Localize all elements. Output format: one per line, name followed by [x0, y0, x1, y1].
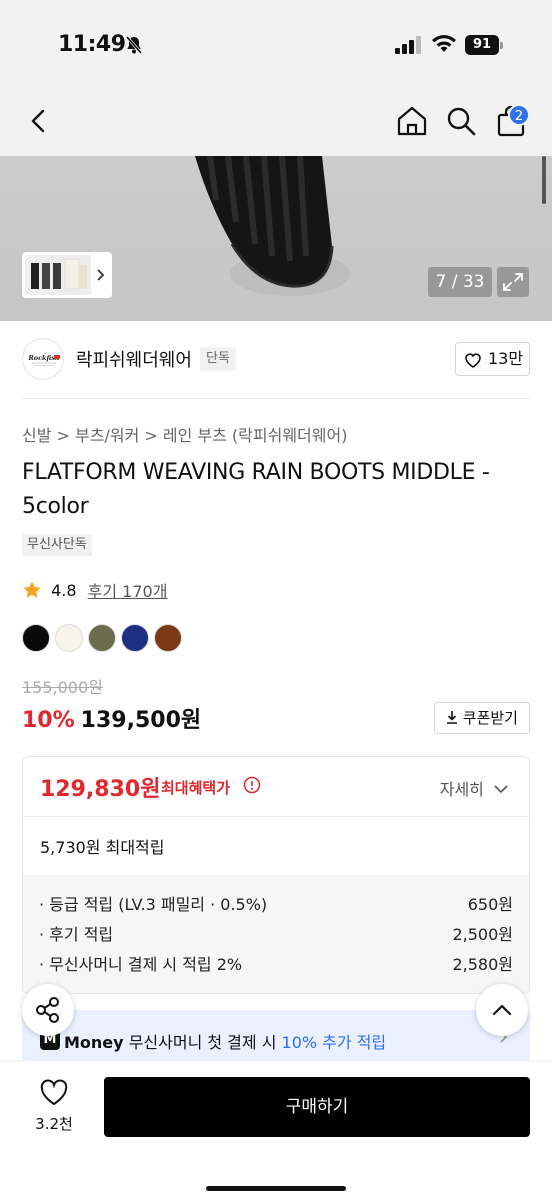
- bell-muted-icon: [125, 36, 143, 54]
- search-icon[interactable]: [444, 104, 478, 138]
- benefit-box: 129,830원 최대혜택가 자세히 5,730원 최대적립 · 등급 적립 (…: [22, 756, 530, 994]
- max-benefit-price: 129,830원: [40, 777, 161, 802]
- money-highlight: 10% 추가 적립: [281, 1033, 387, 1052]
- max-benefit-label: 최대혜택가: [161, 779, 231, 797]
- points-row-value: 2,500원: [452, 925, 513, 944]
- heart-icon: [465, 353, 481, 368]
- price-row: 10% 139,500원: [22, 702, 201, 734]
- points-row-label: · 등급 적립 (LV.3 패밀리 · 0.5%): [39, 895, 268, 914]
- detail-toggle[interactable]: 자세히: [440, 776, 509, 800]
- breadcrumb[interactable]: 신발 > 부츠/워커 > 레인 부츠 (락피쉬웨더웨어): [22, 422, 347, 446]
- exclusive-badge: 무신사단독: [22, 534, 92, 556]
- scroll-top-button[interactable]: [476, 984, 528, 1036]
- color-swatch-navy[interactable]: [121, 624, 149, 652]
- buy-button[interactable]: 구매하기: [104, 1077, 530, 1137]
- brand-name[interactable]: 락피쉬웨더웨어: [76, 346, 192, 372]
- share-button[interactable]: [22, 984, 74, 1036]
- color-swatch-ivory[interactable]: [55, 624, 83, 652]
- points-breakdown: · 등급 적립 (LV.3 패밀리 · 0.5%) 650원 · 후기 적립 2…: [23, 875, 529, 993]
- image-counter: 7 / 33: [428, 267, 492, 297]
- coupon-button[interactable]: 쿠폰받기: [434, 702, 530, 734]
- points-row: · 등급 적립 (LV.3 패밀리 · 0.5%) 650원: [39, 891, 513, 915]
- home-indicator: [206, 1186, 346, 1191]
- points-row: · 후기 적립 2,500원: [39, 921, 513, 945]
- brand-like-count: 13만: [488, 349, 524, 368]
- back-arrow-icon[interactable]: [22, 104, 56, 138]
- status-bar: 11:49 91: [0, 0, 552, 90]
- detail-label: 자세히: [439, 780, 484, 799]
- color-swatch-black[interactable]: [22, 624, 50, 652]
- original-price: 155,000원: [22, 678, 103, 697]
- money-banner[interactable]: M Money 무신사머니 첫 결제 시 10% 추가 적립: [22, 1010, 530, 1060]
- points-row-value: 2,580원: [452, 955, 513, 974]
- rating-row[interactable]: 4.8 후기 170개: [22, 578, 167, 602]
- battery-icon: 91: [465, 35, 505, 55]
- points-row-value: 650원: [467, 895, 513, 914]
- download-icon: [447, 711, 457, 724]
- money-banner-text: Money 무신사머니 첫 결제 시 10% 추가 적립: [64, 1029, 386, 1053]
- max-benefit-header[interactable]: 129,830원 최대혜택가 자세히: [23, 757, 529, 817]
- info-icon[interactable]: [243, 776, 261, 794]
- product-image-gallery[interactable]: 7 / 33: [0, 156, 552, 321]
- sale-price: 139,500원: [80, 708, 202, 733]
- review-count-link[interactable]: 후기 170개: [88, 582, 168, 601]
- points-row-label: · 후기 적립: [39, 925, 114, 944]
- top-nav: [0, 90, 552, 156]
- wishlist-button[interactable]: 3.2천: [26, 1079, 82, 1134]
- expand-button[interactable]: [497, 267, 529, 297]
- points-total: 5,730원 최대적립: [40, 838, 165, 857]
- color-swatch-brown[interactable]: [154, 624, 182, 652]
- scrollbar[interactable]: [542, 156, 546, 204]
- points-row-label: · 무신사머니 결제 시 적립 2%: [39, 955, 243, 974]
- bottom-purchase-bar: 3.2천 구매하기: [0, 1060, 552, 1200]
- chevron-down-icon: [494, 785, 508, 794]
- thumbnail-strip[interactable]: [22, 252, 112, 298]
- home-icon[interactable]: [395, 104, 429, 138]
- star-icon: [23, 581, 41, 598]
- heart-icon: [40, 1079, 68, 1106]
- points-row: · 무신사머니 결제 시 적립 2% 2,580원: [39, 951, 513, 975]
- color-swatch-khaki[interactable]: [88, 624, 116, 652]
- status-time: 11:49: [58, 32, 126, 57]
- expand-icon: [503, 273, 523, 291]
- cart-count-badge: 2: [508, 104, 530, 126]
- chevron-up-icon: [492, 1004, 512, 1016]
- signal-icon: [395, 36, 421, 54]
- brand-logo[interactable]: Rockfish: [22, 338, 64, 380]
- share-icon: [36, 997, 59, 1023]
- discount-rate: 10%: [22, 708, 75, 733]
- divider: [22, 398, 530, 399]
- thumbnail-image: [25, 255, 91, 295]
- rating-score: 4.8: [51, 580, 77, 600]
- chevron-right-icon: [97, 269, 105, 281]
- wifi-icon: [432, 35, 456, 52]
- coupon-label: 쿠폰받기: [462, 709, 518, 727]
- brand-exclusive-tag: 단독: [200, 347, 236, 371]
- product-title: FLATFORM WEAVING RAIN BOOTS MIDDLE - 5co…: [22, 460, 490, 519]
- wishlist-count: 3.2천: [35, 1115, 73, 1133]
- brand-like-button[interactable]: 13만: [455, 342, 530, 376]
- battery-level: 91: [465, 35, 499, 55]
- money-text: 무신사머니 첫 결제 시: [128, 1033, 277, 1052]
